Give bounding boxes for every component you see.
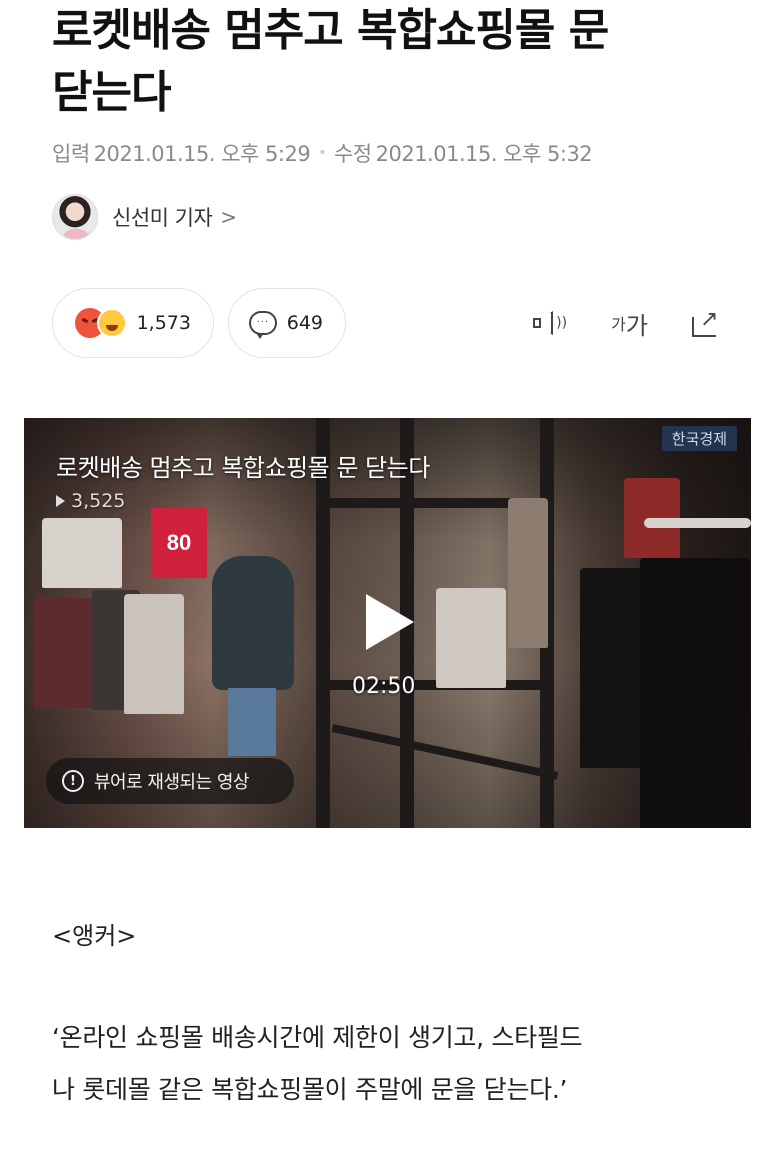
separator-dot: •	[318, 145, 326, 161]
sale-sign: 80	[151, 508, 207, 578]
reactions-count: 1,573	[136, 312, 191, 334]
laugh-emoji-icon	[96, 308, 127, 338]
video-duration: 02:50	[352, 674, 416, 699]
clothing	[42, 518, 122, 588]
headline-line-1: 로켓배송 멈추고 복합쇼핑몰 문	[52, 5, 609, 56]
published-time: 2021.01.15. 오후 5:29	[93, 142, 311, 166]
author-link[interactable]: 신선미 기자 >	[52, 192, 237, 242]
autoplay-notice-text: 뷰어로 재생되는 영상	[94, 772, 249, 793]
modified-time: 2021.01.15. 오후 5:32	[375, 142, 593, 166]
font-size-large: 가	[625, 311, 648, 340]
article-action-bar: 1,573 ··· 649 )) 가가 ↗	[52, 288, 732, 358]
body-line-1: ‘온라인 쇼핑몰 배송시간에 제한이 생기고, 스타필드	[52, 1023, 583, 1052]
article-headline: 로켓배송 멈추고 복합쇼핑몰 문 닫는다	[52, 0, 732, 124]
views-play-icon	[56, 495, 65, 507]
clothing	[640, 558, 750, 828]
comment-bubble-icon: ···	[249, 311, 277, 339]
article-body: ‘온라인 쇼핑몰 배송시간에 제한이 생기고, 스타필드 나 롯데몰 같은 복합…	[52, 1012, 732, 1116]
video-views: 3,525	[56, 490, 125, 512]
video-views-count: 3,525	[71, 490, 126, 512]
mannequin	[212, 556, 294, 690]
clothing	[124, 594, 184, 714]
headline-line-2: 닫는다	[52, 67, 171, 118]
font-size-small: 가	[611, 315, 626, 334]
clothing	[508, 498, 548, 648]
comments-button[interactable]: ··· 649	[228, 288, 346, 358]
author-name: 신선미 기자	[112, 206, 213, 230]
play-icon[interactable]	[366, 594, 414, 650]
dateline: 입력 2021.01.15. 오후 5:29 • 수정 2021.01.15. …	[52, 138, 593, 168]
chevron-right-icon: >	[220, 205, 238, 229]
clothing	[436, 588, 506, 688]
video-player[interactable]: 80 한국경제 로켓배송 멈추고 복합쇼핑몰 문 닫는다 3,525 02:50…	[24, 418, 751, 828]
info-icon: !	[62, 770, 84, 792]
channel-logo: 한국경제	[661, 426, 737, 451]
clothing	[34, 598, 94, 708]
comments-count: 649	[286, 312, 323, 334]
mannequin-legs	[228, 688, 276, 756]
article-tools: )) 가가 ↗	[533, 306, 732, 341]
anchor-label: <앵커>	[52, 922, 137, 950]
rack-bar	[644, 518, 751, 528]
reactions-button[interactable]: 1,573	[52, 288, 214, 358]
body-line-2: 나 롯데몰 같은 복합쇼핑몰이 주말에 문을 닫는다.’	[52, 1075, 568, 1104]
video-title: 로켓배송 멈추고 복합쇼핑몰 문 닫는다	[56, 454, 430, 482]
font-size-icon[interactable]: 가가	[611, 306, 648, 341]
speaker-icon[interactable]: ))	[533, 309, 567, 337]
author-avatar	[52, 194, 98, 240]
modified-label: 수정	[333, 142, 372, 166]
share-icon[interactable]: ↗	[692, 309, 722, 337]
autoplay-notice: ! 뷰어로 재생되는 영상	[46, 758, 294, 804]
article-page: 로켓배송 멈추고 복합쇼핑몰 문 닫는다 입력 2021.01.15. 오후 5…	[0, 0, 772, 1151]
published-label: 입력	[52, 142, 90, 166]
